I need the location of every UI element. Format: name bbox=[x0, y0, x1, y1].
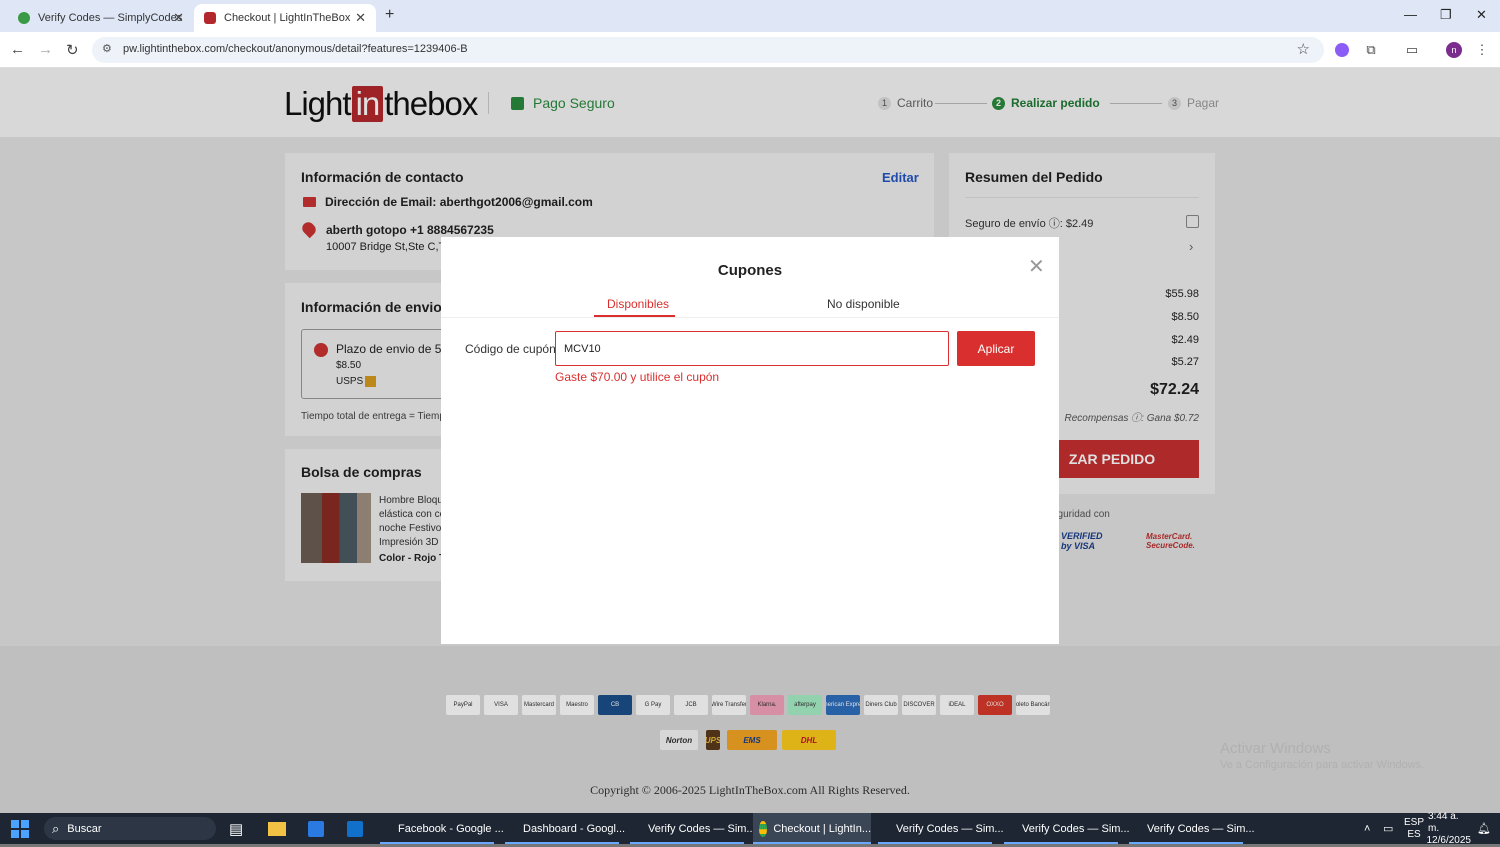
taskbar-app[interactable]: Verify Codes — Sim... bbox=[1004, 813, 1130, 844]
site-info-icon[interactable]: ⚙ bbox=[102, 42, 112, 55]
minimize-icon[interactable]: — bbox=[1404, 7, 1417, 22]
windows-start-icon[interactable] bbox=[11, 813, 29, 844]
taskbar-app[interactable]: Facebook - Google ... bbox=[380, 813, 504, 844]
outlook-icon[interactable] bbox=[347, 813, 363, 844]
tab-title: Checkout | LightInTheBox bbox=[224, 12, 351, 24]
network-icon[interactable]: ▭ bbox=[1383, 813, 1393, 844]
windows-taskbar: ⌕ Buscar ▤ Facebook - Google ... Dashboar… bbox=[0, 811, 1500, 846]
taskbar-app[interactable]: Verify Codes — Sim... bbox=[1129, 813, 1255, 844]
tab-unavailable[interactable]: No disponible bbox=[827, 297, 900, 311]
close-tab-icon[interactable]: ✕ bbox=[173, 10, 184, 26]
url-field[interactable]: ⚙ pw.lightinthebox.com/checkout/anonymou… bbox=[92, 37, 1324, 63]
address-bar-row: ← → ↻ ⚙ pw.lightinthebox.com/checkout/an… bbox=[0, 32, 1500, 68]
profile-avatar[interactable]: n bbox=[1444, 40, 1464, 60]
forward-icon[interactable]: → bbox=[38, 41, 53, 58]
extension-purple-icon[interactable] bbox=[1332, 40, 1352, 60]
menu-kebab-icon[interactable]: ⋮ bbox=[1472, 40, 1492, 60]
notification-bell-icon[interactable]: 🔔︎ bbox=[1477, 813, 1491, 844]
coupon-modal: Cupones ✕ Disponibles No disponible Códi… bbox=[441, 237, 1059, 644]
cast-icon[interactable]: ▭ bbox=[1402, 40, 1422, 60]
chrome-icon bbox=[511, 820, 517, 837]
apply-button[interactable]: Aplicar bbox=[957, 331, 1035, 366]
language-indicator[interactable]: ESP ES bbox=[1404, 813, 1424, 844]
tab-available[interactable]: Disponibles bbox=[607, 297, 669, 311]
browser-tab-bar: Verify Codes — SimplyCodes ✕ Checkout | … bbox=[0, 0, 1500, 32]
lightinthebox-favicon-icon bbox=[204, 12, 216, 24]
tab-verify-codes[interactable]: Verify Codes — SimplyCodes ✕ bbox=[8, 4, 194, 32]
tab-title: Verify Codes — SimplyCodes bbox=[38, 12, 183, 24]
extensions-puzzle-icon[interactable]: ⧉ bbox=[1361, 40, 1381, 60]
tab-checkout[interactable]: Checkout | LightInTheBox ✕ bbox=[194, 4, 376, 32]
restore-icon[interactable]: ❐ bbox=[1440, 7, 1452, 23]
chrome-icon bbox=[884, 820, 890, 837]
taskbar-app[interactable]: Verify Codes — Sim... bbox=[630, 813, 756, 844]
chrome-icon bbox=[386, 820, 392, 837]
reload-icon[interactable]: ↻ bbox=[66, 41, 79, 59]
chrome-icon bbox=[759, 820, 768, 837]
close-icon[interactable]: ✕ bbox=[1028, 254, 1045, 279]
back-icon[interactable]: ← bbox=[10, 41, 25, 58]
new-tab-icon[interactable]: + bbox=[385, 6, 394, 24]
taskbar-app[interactable]: Dashboard - Googl... bbox=[505, 813, 625, 844]
coupon-input[interactable] bbox=[555, 331, 949, 366]
search-icon: ⌕ bbox=[52, 820, 60, 836]
coupon-error-message: Gaste $70.00 y utilice el cupón bbox=[555, 370, 720, 384]
chrome-icon bbox=[636, 820, 642, 837]
close-window-icon[interactable]: ✕ bbox=[1476, 7, 1487, 23]
simplycodes-favicon-icon bbox=[18, 12, 30, 24]
taskbar-search[interactable]: ⌕ Buscar bbox=[44, 817, 216, 840]
clock[interactable]: 3:44 a. m. 12/6/2025 bbox=[1427, 811, 1472, 846]
close-tab-icon[interactable]: ✕ bbox=[355, 10, 366, 26]
coupon-label: Código de cupón bbox=[465, 342, 556, 356]
file-explorer-icon[interactable] bbox=[268, 813, 286, 844]
chrome-icon bbox=[1010, 820, 1016, 837]
bookmark-star-icon[interactable]: ☆ bbox=[1297, 40, 1310, 58]
taskbar-app[interactable]: Verify Codes — Sim... bbox=[878, 813, 1004, 844]
store-icon[interactable] bbox=[308, 813, 324, 844]
chrome-icon bbox=[1135, 820, 1141, 837]
taskbar-app[interactable]: Checkout | LightIn... bbox=[753, 813, 871, 844]
chevron-up-icon[interactable]: ˄ bbox=[1364, 813, 1370, 844]
modal-title: Cupones bbox=[717, 262, 783, 279]
url-text: pw.lightinthebox.com/checkout/anonymous/… bbox=[123, 43, 468, 55]
widgets-icon[interactable]: ▤ bbox=[229, 813, 243, 844]
